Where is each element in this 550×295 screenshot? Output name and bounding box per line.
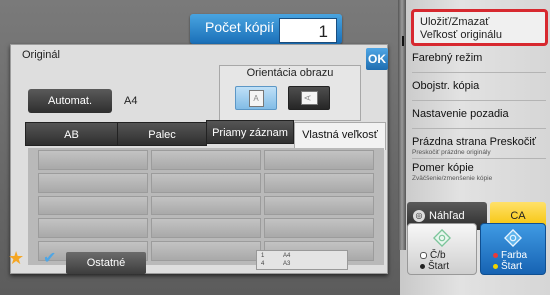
tray-status-area: 1 A4 4 A3: [256, 250, 348, 270]
blank-page-skip-sublabel: Preskočiť prázdne originály: [412, 149, 491, 156]
custom-size-slot[interactable]: [264, 195, 374, 216]
orientation-landscape-button[interactable]: A: [288, 86, 330, 110]
custom-size-slot[interactable]: [38, 172, 148, 193]
copies-label: Počet kópií: [205, 19, 275, 35]
custom-size-slot[interactable]: [38, 218, 148, 239]
copies-input[interactable]: 1: [279, 18, 337, 43]
tab-vlastna-velkost[interactable]: Vlastná veľkosť: [294, 122, 386, 150]
bw-bullet-icon: [420, 263, 425, 269]
bw-start-line2: Štart: [428, 261, 450, 272]
custom-size-slot[interactable]: [151, 241, 261, 261]
save-item-line2: Veľkosť originálu: [420, 29, 502, 41]
other-button[interactable]: Ostatné: [66, 252, 146, 274]
custom-size-slot[interactable]: [151, 172, 261, 193]
duplex-copy-item[interactable]: Obojstr. kópia: [412, 80, 546, 92]
color-bullet-icon: [493, 252, 498, 258]
custom-size-grid: [28, 148, 384, 265]
check-icon[interactable]: ✔: [43, 249, 63, 269]
color-start-line1: Farba: [501, 250, 528, 261]
custom-size-slot[interactable]: [151, 150, 261, 170]
custom-size-slot[interactable]: [38, 195, 148, 216]
divider: [412, 72, 546, 73]
divider: [412, 128, 546, 129]
copy-ratio-sublabel: Zväčšenie/zmenšenie kópie: [412, 175, 493, 182]
save-delete-original-size-item[interactable]: Uložiť/Zmazať Veľkosť originálu: [411, 9, 548, 46]
tray-status-row2-right: A3: [283, 261, 291, 267]
copy-ratio-label: Pomer kópie: [412, 162, 474, 174]
color-start-line2: Štart: [501, 261, 523, 272]
blank-page-skip-label: Prázdna strana Preskočiť: [412, 136, 536, 148]
dialog-title: Originál: [22, 49, 60, 61]
custom-size-slot[interactable]: [264, 218, 374, 239]
divider-handle: [402, 36, 404, 46]
save-item-line1: Uložiť/Zmazať: [420, 16, 490, 28]
start-diamond-icon: [433, 229, 451, 247]
start-diamond-icon: [504, 229, 522, 247]
custom-size-slot[interactable]: [264, 172, 374, 193]
tray-status-row1-left: 1: [261, 253, 265, 259]
tray-status-row2-left: 4: [261, 261, 265, 267]
landscape-paper-icon: A: [300, 91, 318, 105]
preview-icon: ◎: [413, 210, 425, 222]
tray-status-row1-right: A4: [283, 253, 291, 259]
divider: [412, 158, 546, 159]
bw-start-line1: Č/b: [430, 250, 446, 261]
color-start-button[interactable]: Farba Štart: [480, 223, 546, 275]
tab-ab[interactable]: AB: [25, 122, 118, 146]
tab-palec[interactable]: Palec: [117, 122, 207, 146]
original-size-value: A4: [124, 95, 138, 107]
orientation-portrait-button[interactable]: A: [235, 86, 277, 110]
preview-label: Náhľad: [429, 210, 465, 222]
portrait-paper-icon: A: [248, 89, 264, 107]
copy-ratio-item[interactable]: Pomer kópie Zväčšenie/zmenšenie kópie: [412, 162, 546, 182]
color-mode-item[interactable]: Farebný režim: [412, 52, 546, 64]
tab-priamy-zaznam[interactable]: Priamy záznam: [206, 120, 294, 144]
auto-button[interactable]: Automat.: [28, 89, 112, 113]
color-bullet-icon: [493, 263, 498, 269]
custom-size-slot[interactable]: [151, 218, 261, 239]
custom-size-slot[interactable]: [151, 195, 261, 216]
orientation-label: Orientácia obrazu: [246, 67, 334, 79]
blank-page-skip-item[interactable]: Prázdna strana Preskočiť Preskočiť prázd…: [412, 136, 546, 156]
background-adjustment-item[interactable]: Nastavenie pozadia: [412, 108, 546, 120]
custom-size-slot[interactable]: [38, 150, 148, 170]
bw-start-button[interactable]: Č/b Štart: [407, 223, 477, 275]
star-icon[interactable]: ★: [8, 248, 28, 268]
divider: [412, 100, 546, 101]
ok-button[interactable]: OK: [366, 48, 388, 70]
custom-size-slot[interactable]: [264, 150, 374, 170]
bw-bullet-icon: [420, 251, 427, 259]
